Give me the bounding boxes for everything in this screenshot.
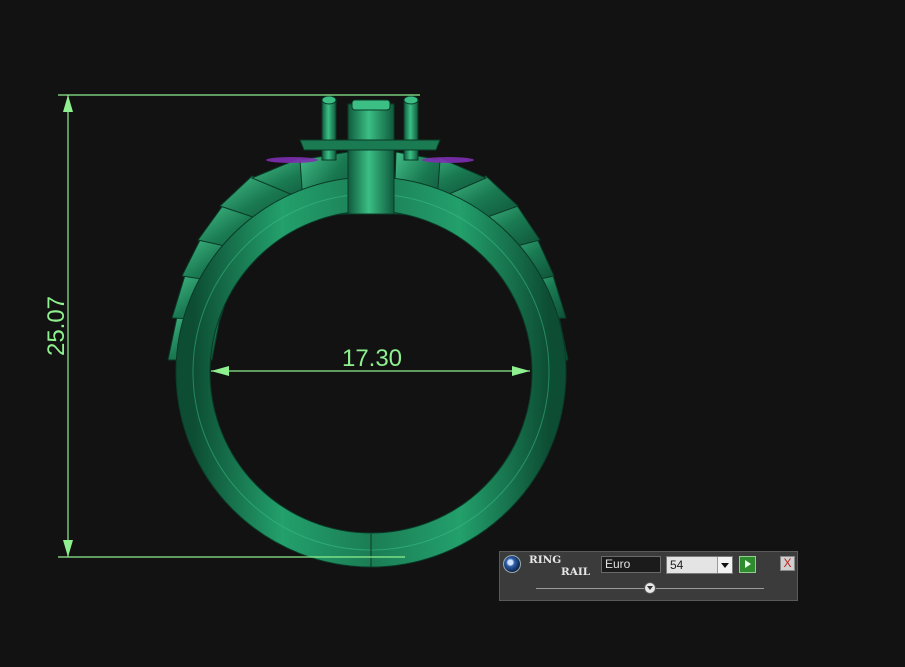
apply-play-button[interactable] <box>739 556 756 573</box>
ring-size-select[interactable]: 54 <box>666 556 733 574</box>
ring-band <box>176 177 566 567</box>
ring-rail-logo-icon <box>503 555 521 573</box>
height-dimension-label: 25.07 <box>43 296 70 356</box>
inner-diameter-label: 17.30 <box>342 345 402 372</box>
ring-rail-title: RING RAIL <box>528 553 598 578</box>
ring-model[interactable] <box>167 95 569 568</box>
slider-thumb[interactable] <box>644 582 656 594</box>
ring-rail-panel: RING RAIL Euro 54 X <box>499 551 798 601</box>
title-line2: RAIL <box>561 566 591 578</box>
close-button[interactable]: X <box>780 556 795 571</box>
chevron-down-icon[interactable] <box>717 557 732 573</box>
unit-field[interactable]: Euro <box>601 556 661 573</box>
title-line1: RING <box>529 554 562 566</box>
ring-size-value: 54 <box>670 558 684 572</box>
